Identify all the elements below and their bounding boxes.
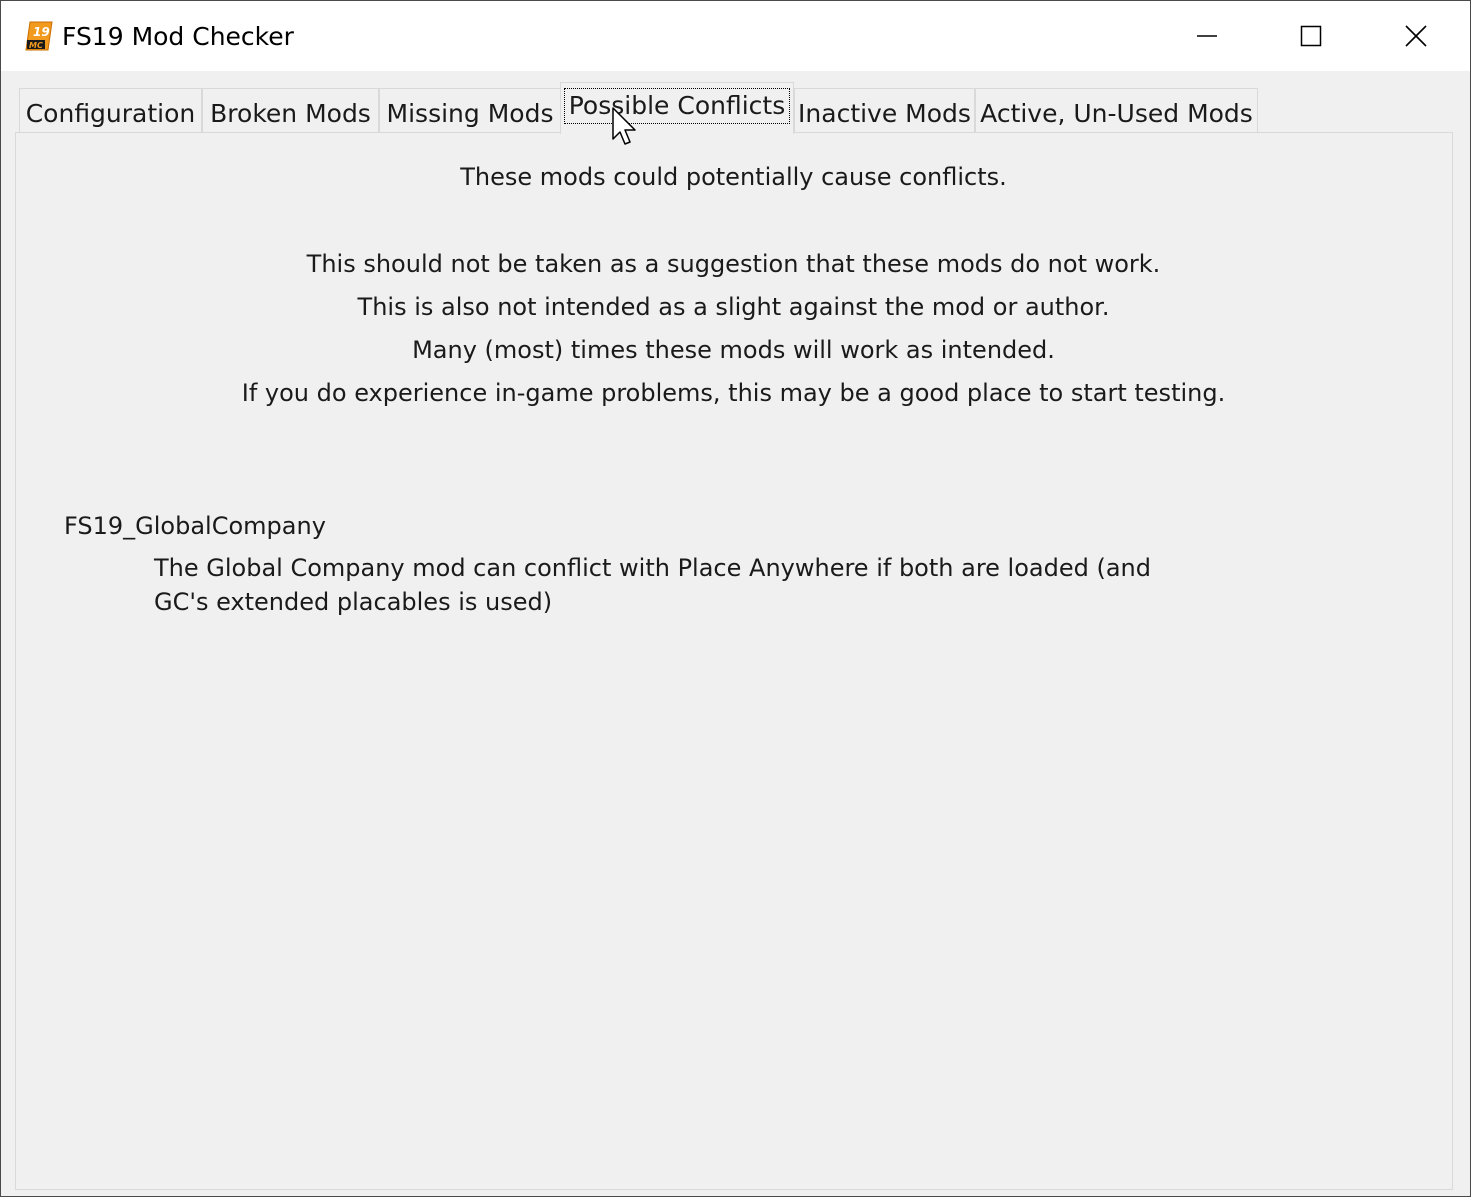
conflicts-note: This should not be taken as a suggestion… [306,250,1161,278]
tab-label: Missing Mods [386,99,554,128]
minimize-icon [1197,35,1217,37]
tab-label: Inactive Mods [798,99,971,128]
tab-inactive-mods[interactable]: Inactive Mods [794,88,975,132]
conflicts-note: Many (most) times these mods will work a… [412,336,1055,364]
title-bar[interactable]: 19 MC FS19 Mod Checker [1,1,1470,71]
close-button[interactable] [1363,1,1467,71]
mouse-pointer-icon [612,107,636,145]
svg-text:19: 19 [33,25,50,39]
app-logo-icon: 19 MC [24,20,54,52]
minimize-button[interactable] [1155,1,1259,71]
close-icon [1405,25,1427,47]
tab-broken-mods[interactable]: Broken Mods [202,88,379,132]
conflicts-note: If you do experience in-game problems, t… [241,379,1226,407]
tab-configuration[interactable]: Configuration [19,88,202,132]
svg-text:MC: MC [29,41,43,50]
conflicts-heading: These mods could potentially cause confl… [460,163,1007,191]
maximize-icon [1300,25,1322,47]
tab-label: Active, Un-Used Mods [980,99,1253,128]
tab-possible-conflicts[interactable]: Possible Conflicts [560,82,794,134]
conflicts-intro: These mods could potentially cause confl… [1,156,1466,415]
tab-active-unused-mods[interactable]: Active, Un-Used Mods [975,88,1258,132]
conflicts-note: This is also not intended as a slight ag… [357,293,1110,321]
conflict-mod-name: FS19_GlobalCompany [64,512,326,540]
tab-label: Broken Mods [210,99,371,128]
tab-label: Configuration [25,99,196,128]
tab-label: Possible Conflicts [563,88,791,124]
maximize-button[interactable] [1259,1,1363,71]
tab-missing-mods[interactable]: Missing Mods [379,88,561,132]
conflict-mod-description: The Global Company mod can conflict with… [154,554,1151,616]
app-window: 19 MC FS19 Mod Checker Configuration Bro… [0,0,1471,1197]
window-title: FS19 Mod Checker [62,22,294,51]
